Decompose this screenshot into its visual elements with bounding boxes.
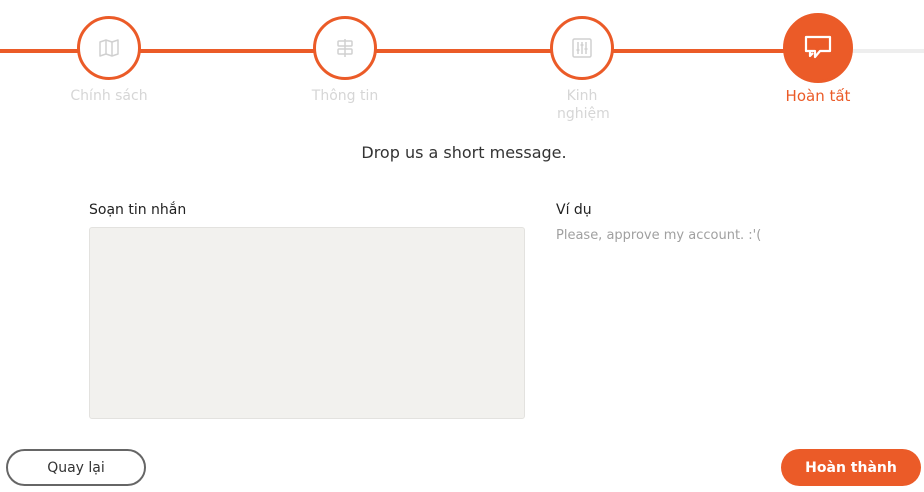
message-textarea[interactable] [89,227,525,419]
step-hoan-tat[interactable]: Hoàn tất [758,13,878,105]
finish-button[interactable]: Hoàn thành [781,449,921,486]
example-title: Ví dụ [556,202,592,218]
step-circle [77,16,141,80]
step-label: Chính sách [70,88,148,104]
message-label: Soạn tin nhắn [89,202,187,218]
chat-bubble-icon [804,35,832,61]
page-subtitle: Drop us a short message. [361,143,567,162]
step-thong-tin[interactable]: Thông tin [285,16,405,105]
signup-wizard: Chính sách Thông tin Kinh nghiệm Hoàn tấ… [0,0,924,492]
step-circle-active [783,13,853,83]
step-circle [550,16,614,80]
step-kinh-nghiem[interactable]: Kinh nghiệm [522,16,642,123]
example-text: Please, approve my account. :'( [556,228,762,243]
back-button[interactable]: Quay lại [6,449,146,486]
signpost-icon [336,38,354,58]
step-circle [313,16,377,80]
step-label: Thông tin [311,88,379,104]
map-icon [99,39,119,57]
sliders-icon [572,38,592,58]
step-chinh-sach[interactable]: Chính sách [49,16,169,105]
step-label-active: Hoàn tất [785,87,851,105]
step-label: Kinh nghiệm [557,88,610,122]
